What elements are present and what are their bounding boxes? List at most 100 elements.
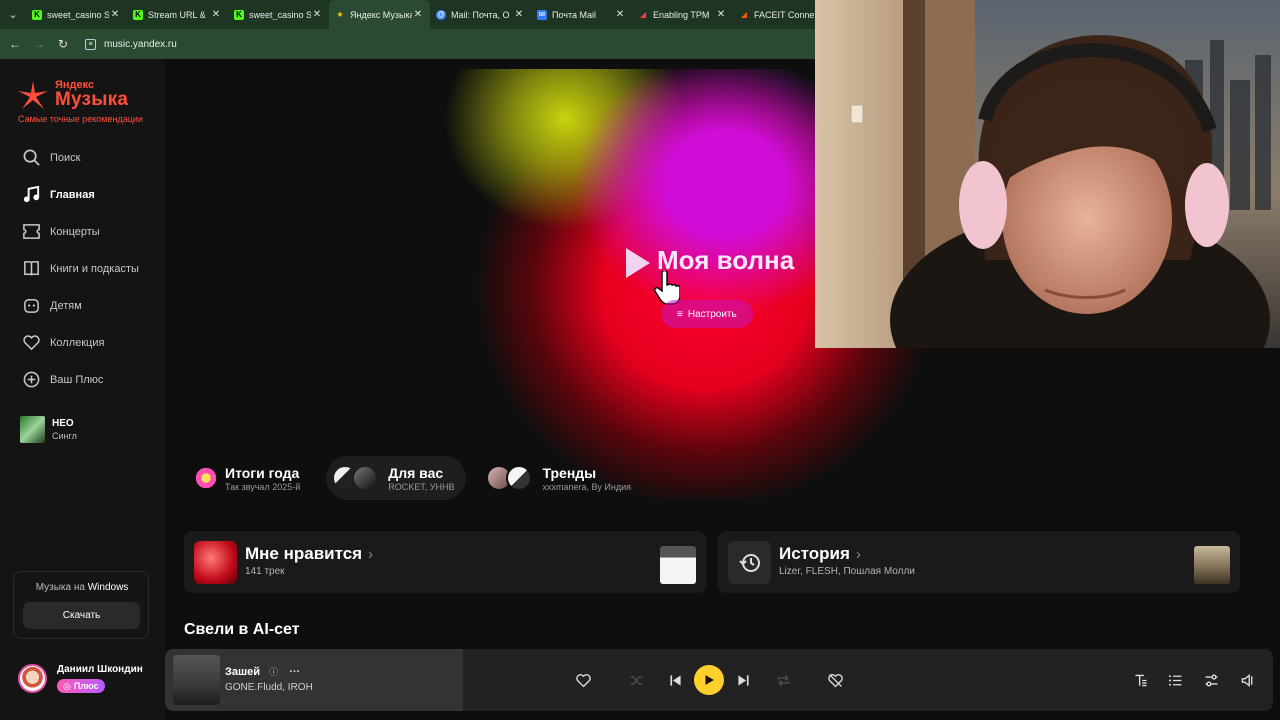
liked-tracks-card[interactable]: Мне нравится › 141 трек — [184, 531, 706, 593]
card-subtitle: 141 трек — [245, 566, 285, 577]
sidebar: Яндекс Музыка Самые точные рекомендации … — [0, 59, 165, 720]
chip-subtitle: xxxmanera, Ву Индия — [542, 481, 631, 492]
chevron-right-icon: › — [368, 546, 374, 563]
mail-favicon-icon: @ — [436, 9, 446, 20]
browser-tab[interactable]: K sweet_casino S ✕ — [26, 0, 127, 29]
forward-arrow-icon[interactable]: → — [27, 37, 51, 51]
user-profile[interactable]: Даниил Шкондин ◎ Плюс — [18, 664, 143, 694]
browser-tab[interactable]: @ Mail: Почта, О ✕ — [430, 0, 531, 29]
close-tab-icon[interactable]: ✕ — [210, 9, 222, 20]
track-artists[interactable]: GONE.Fludd, IROH — [225, 682, 313, 693]
chip-year-results[interactable]: Итоги года Так звучал 2025-й — [187, 456, 312, 500]
play-button[interactable] — [694, 665, 724, 695]
card-title: История — [779, 544, 850, 563]
history-card[interactable]: История › Lizer, FLESH, Пошлая Молли — [718, 531, 1240, 593]
tab-title: sweet_casino S — [47, 9, 109, 20]
music-note-icon — [23, 185, 40, 203]
tune-label: Настроить — [687, 308, 737, 320]
shuffle-button[interactable] — [622, 666, 650, 694]
more-options-icon[interactable]: ··· — [289, 666, 300, 678]
download-button[interactable]: Скачать — [23, 602, 140, 629]
sidebar-item-kids[interactable]: Детям — [22, 287, 139, 324]
browser-tab[interactable]: ◢ Enabling TPM ✕ — [632, 0, 733, 29]
sidebar-item-plus[interactable]: Ваш Плюс — [22, 361, 139, 398]
mail-favicon-icon: ✉ — [537, 9, 547, 20]
close-tab-icon[interactable]: ✕ — [715, 9, 727, 20]
sidebar-item-label: Коллекция — [50, 336, 105, 349]
volume-button[interactable] — [1233, 666, 1261, 694]
heart-icon — [23, 335, 40, 351]
history-clock-icon — [738, 553, 760, 572]
player-bar: Зашей ⓘ ··· GONE.Fludd, IROH — [165, 649, 1273, 711]
sidebar-item-collection[interactable]: Коллекция — [22, 324, 139, 361]
sidebar-item-home[interactable]: Главная — [22, 176, 139, 213]
back-arrow-icon[interactable]: ← — [3, 37, 27, 51]
tab-list-chevron-icon[interactable]: ⌄ — [0, 0, 26, 29]
equalizer-settings-button[interactable] — [1197, 666, 1225, 694]
liked-track-thumb — [660, 546, 696, 584]
wave-play-icon[interactable] — [626, 248, 650, 278]
close-tab-icon[interactable]: ✕ — [614, 9, 626, 20]
close-tab-icon[interactable]: ✕ — [412, 9, 424, 20]
broken-heart-icon — [827, 673, 843, 687]
browser-tab[interactable]: K sweet_casino S ✕ — [228, 0, 329, 29]
chevron-right-icon: › — [855, 546, 861, 563]
tab-title: sweet_casino S — [249, 9, 311, 20]
release-cover — [20, 416, 45, 443]
logo-star-icon — [18, 81, 48, 109]
dislike-button[interactable] — [821, 666, 849, 694]
close-tab-icon[interactable]: ✕ — [513, 9, 525, 20]
faceit-favicon-icon: ◢ — [740, 9, 748, 19]
reload-icon[interactable]: ↻ — [51, 37, 75, 51]
shuffle-icon — [630, 675, 642, 685]
queue-list-icon — [1168, 674, 1181, 686]
queue-button[interactable] — [1161, 666, 1189, 694]
sidebar-item-search[interactable]: Поиск — [22, 139, 139, 176]
logo-product: Музыка — [55, 89, 129, 110]
url-field[interactable]: ≡ music.yandex.ru — [85, 33, 177, 55]
sidebar-item-label: Книги и подкасты — [50, 262, 139, 275]
chip-trends[interactable]: Тренды xxxmanera, Ву Индия — [480, 456, 643, 500]
section-title-ai-set: Свели в AI-сет — [184, 621, 300, 638]
year-results-icon — [193, 465, 219, 491]
card-title: Мне нравится — [245, 544, 363, 563]
sidebar-release-item[interactable]: НЕО Сингл — [20, 416, 77, 443]
site-info-icon[interactable]: ≡ — [85, 38, 96, 50]
tune-wave-button[interactable]: ≡ Настроить — [661, 300, 753, 328]
track-title[interactable]: Зашей — [225, 666, 260, 678]
release-type: Сингл — [52, 431, 77, 441]
sidebar-item-label: Ваш Плюс — [50, 373, 104, 386]
previous-button[interactable] — [661, 666, 689, 694]
close-tab-icon[interactable]: ✕ — [109, 9, 121, 20]
now-playing: Зашей ⓘ ··· GONE.Fludd, IROH — [165, 649, 463, 711]
browser-tab[interactable]: ✉ Почта Mail ✕ — [531, 0, 632, 29]
browser-tab-active[interactable]: ★ Яндекс Музыка ✕ — [329, 0, 430, 29]
play-icon — [705, 675, 714, 685]
url-text: music.yandex.ru — [104, 38, 177, 50]
like-button[interactable] — [569, 666, 597, 694]
chip-for-you[interactable]: Для вас ROCKET, УННВ — [326, 456, 467, 500]
avatar — [18, 664, 47, 694]
kids-icon — [24, 299, 39, 313]
previous-track-icon — [669, 674, 681, 686]
sidebar-item-concerts[interactable]: Концерты — [22, 213, 139, 250]
kick-favicon-icon: K — [133, 9, 143, 20]
faceit-favicon-icon: ◢ — [639, 9, 647, 19]
lyrics-button[interactable] — [1126, 666, 1154, 694]
browser-tab[interactable]: K Stream URL & ✕ — [127, 0, 228, 29]
repeat-button[interactable] — [769, 666, 797, 694]
next-button[interactable] — [729, 666, 757, 694]
plus-circle-icon — [23, 371, 40, 388]
search-icon — [23, 149, 40, 166]
user-name: Даниил Шкондин — [57, 664, 143, 675]
track-cover[interactable] — [173, 655, 220, 705]
tab-title: Яндекс Музыка — [350, 9, 412, 20]
chip-title: Для вас — [388, 464, 444, 481]
sidebar-item-books-podcasts[interactable]: Книги и подкасты — [22, 250, 139, 287]
tab-title: Enabling TPM — [653, 9, 710, 20]
webcam-video-feed — [815, 0, 1280, 348]
quick-cards: Мне нравится › 141 трек История › Lizer, F… — [184, 531, 1240, 593]
wave-chips: Итоги года Так звучал 2025-й Для вас ROC… — [187, 456, 643, 500]
explicit-info-icon[interactable]: ⓘ — [269, 667, 278, 677]
close-tab-icon[interactable]: ✕ — [311, 9, 323, 20]
